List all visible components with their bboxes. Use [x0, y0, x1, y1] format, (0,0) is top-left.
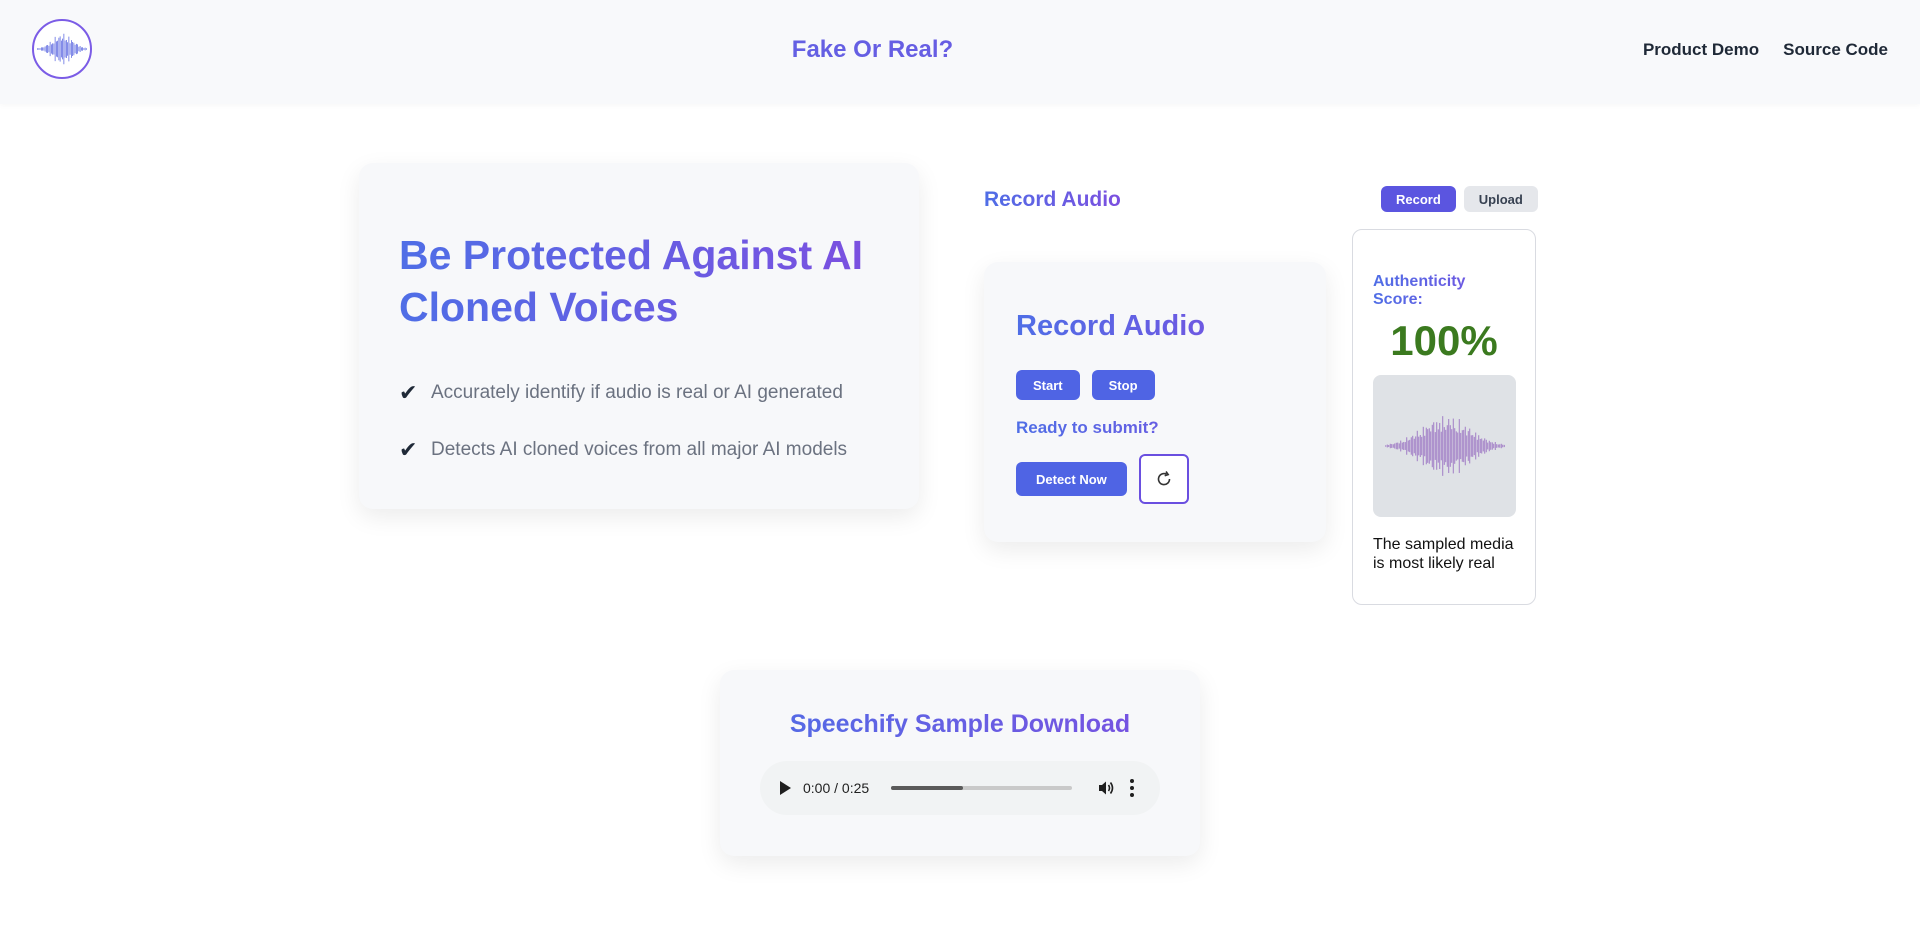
hero-card: Be Protected Against AI Cloned Voices ✔ … — [359, 163, 919, 509]
feature-list: ✔ Accurately identify if audio is real o… — [399, 379, 879, 464]
check-icon: ✔ — [399, 380, 418, 405]
submit-controls: Detect Now — [1016, 454, 1294, 504]
sample-card: Speechify Sample Download 0:00 / 0:25 — [720, 670, 1200, 856]
feature-item: ✔ Accurately identify if audio is real o… — [399, 379, 879, 407]
waveform-image — [1373, 375, 1516, 517]
top-nav: Product Demo Source Code — [1643, 40, 1888, 60]
ready-text: Ready to submit? — [1016, 418, 1294, 438]
refresh-button[interactable] — [1138, 454, 1189, 504]
nav-source-code[interactable]: Source Code — [1783, 40, 1888, 60]
feature-text: Accurately identify if audio is real or … — [431, 382, 843, 403]
score-label: Authenticity Score: — [1373, 273, 1515, 309]
start-button[interactable]: Start — [1016, 370, 1080, 400]
record-card-title: Record Audio — [1016, 310, 1294, 343]
nav-product-demo[interactable]: Product Demo — [1643, 40, 1759, 60]
mode-toggle: Record Upload — [1381, 186, 1538, 212]
stop-button[interactable]: Stop — [1091, 370, 1155, 400]
seek-bar[interactable] — [891, 786, 1072, 790]
seek-progress — [891, 786, 964, 790]
check-icon: ✔ — [399, 437, 418, 462]
audio-player: 0:00 / 0:25 — [760, 761, 1160, 815]
record-mode-button[interactable]: Record — [1381, 186, 1456, 212]
sample-title: Speechify Sample Download — [720, 710, 1200, 739]
waveform-icon — [1384, 416, 1505, 476]
record-section-title: Record Audio — [984, 188, 1121, 211]
play-icon[interactable] — [780, 781, 791, 795]
refresh-icon — [1157, 471, 1171, 486]
score-card: Authenticity Score: 100% The sampled med… — [1352, 229, 1536, 605]
site-header: Fake Or Real? Product Demo Source Code — [0, 0, 1920, 104]
feature-item: ✔ Detects AI cloned voices from all majo… — [399, 436, 879, 464]
volume-icon[interactable] — [1096, 778, 1116, 798]
feature-text: Detects AI cloned voices from all major … — [431, 439, 848, 460]
site-title: Fake Or Real? — [0, 36, 1745, 64]
hero-heading: Be Protected Against AI Cloned Voices — [399, 229, 879, 333]
time-display: 0:00 / 0:25 — [803, 780, 870, 796]
record-card: Record Audio Start Stop Ready to submit?… — [984, 262, 1326, 542]
detect-now-button[interactable]: Detect Now — [1016, 462, 1127, 496]
record-controls: Start Stop — [1016, 370, 1294, 400]
upload-mode-button[interactable]: Upload — [1463, 186, 1538, 212]
score-value: 100% — [1390, 317, 1498, 364]
verdict-text: The sampled media is most likely real — [1373, 536, 1514, 572]
more-vert-icon[interactable] — [1128, 779, 1136, 797]
